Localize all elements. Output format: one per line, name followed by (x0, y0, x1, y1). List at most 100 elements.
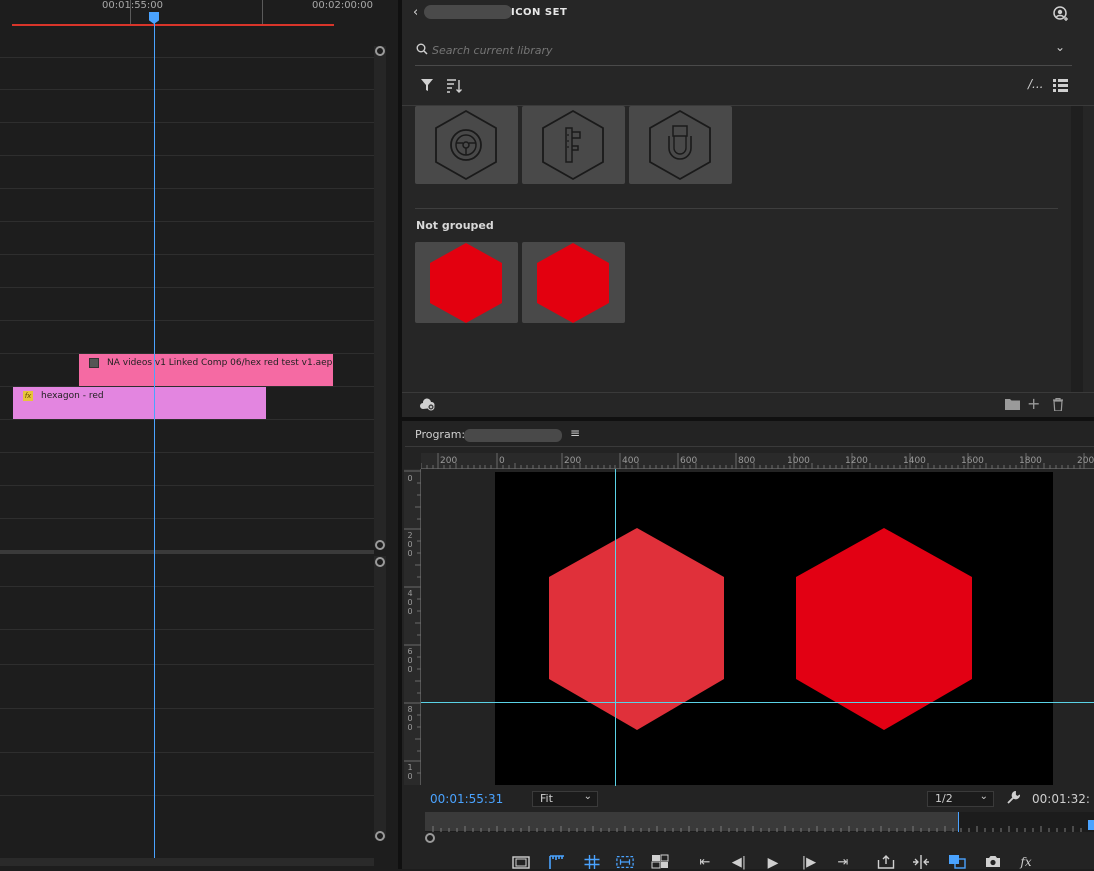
list-view-icon[interactable] (1053, 78, 1068, 93)
library-item-caliper-hexagon[interactable] (522, 106, 625, 184)
step-forward-icon[interactable]: |▶ (800, 855, 818, 870)
track-divider (0, 518, 374, 519)
track-divider (0, 122, 374, 123)
chevron-down-icon: ⌄ (979, 791, 988, 802)
sort-icon[interactable] (446, 78, 462, 94)
scroll-handle[interactable] (375, 557, 385, 567)
track-divider (0, 452, 374, 453)
back-chevron-icon[interactable]: ‹ (413, 5, 418, 20)
library-footer (402, 392, 1094, 417)
timeline-clip-hexagon[interactable]: fx hexagon - red (13, 387, 266, 419)
track-divider (0, 795, 374, 796)
step-back-icon[interactable]: ◀| (730, 855, 748, 870)
ruler-divider (262, 0, 263, 24)
playhead-line (154, 22, 155, 858)
horizontal-scrollbar[interactable] (0, 858, 374, 866)
guides-toggle-icon[interactable] (583, 855, 601, 869)
scroll-handle[interactable] (375, 540, 385, 550)
vruler-tick-label: 6 0 0 (407, 647, 413, 674)
current-timecode[interactable]: 00:01:55:31 (430, 792, 503, 806)
guide-vertical[interactable] (615, 469, 616, 786)
resolution-dropdown[interactable]: 1/2 ⌄ (927, 791, 994, 807)
track-divider (0, 287, 374, 288)
fx-icon: fx (23, 391, 33, 401)
multicam-icon[interactable] (651, 854, 669, 869)
mini-playhead-handle[interactable] (1088, 820, 1094, 830)
filter-icon[interactable] (420, 78, 434, 92)
duration-timecode: 00:01:32: (1032, 792, 1090, 806)
new-folder-icon[interactable] (1005, 398, 1020, 410)
hexagon-left (549, 528, 724, 730)
search-icon (416, 43, 428, 55)
mini-timeline-ticks (432, 826, 1082, 832)
search-underline (415, 65, 1072, 66)
red-hexagon-graphic (430, 243, 502, 323)
library-title: ICON SET (511, 7, 568, 18)
extract-icon[interactable] (912, 855, 930, 869)
video-audio-divider[interactable] (0, 550, 374, 554)
group-label-not-grouped: Not grouped (416, 219, 494, 232)
vruler-tick-label: 4 0 0 (407, 589, 413, 616)
comparison-view-icon[interactable] (948, 854, 966, 869)
wrench-icon[interactable] (1006, 791, 1020, 805)
track-divider (0, 485, 374, 486)
timeline-scrollbar-top[interactable] (374, 46, 386, 546)
track-divider (0, 254, 374, 255)
scroll-handle[interactable] (375, 46, 385, 56)
cloud-sync-icon[interactable] (419, 398, 436, 411)
panel-tab-underline (405, 446, 1094, 447)
work-area-bar[interactable] (12, 24, 334, 26)
timeline-clip-linked-comp[interactable]: NA videos v1 Linked Comp 06/hex red test… (79, 354, 333, 386)
view-size-icon[interactable]: /... (1028, 77, 1044, 91)
track-divider (0, 708, 374, 709)
caliper-hexagon-icon (542, 109, 604, 181)
steering-wheel-hexagon-icon (435, 109, 497, 181)
scroll-handle[interactable] (375, 831, 385, 841)
horizontal-ruler-ticks (421, 453, 1085, 469)
program-canvas[interactable] (495, 472, 1053, 785)
vruler-tick-label: 1 0 (407, 763, 413, 781)
go-to-in-icon[interactable]: ⇤ (696, 855, 714, 870)
redacted-sequence-name (464, 429, 562, 442)
mini-playhead-line (958, 812, 959, 832)
ruler-tick-label: 200 (564, 456, 582, 466)
panel-menu-icon[interactable]: ≡ (570, 426, 580, 440)
library-scrollbar[interactable] (1071, 106, 1083, 392)
guide-horizontal[interactable] (421, 702, 1094, 703)
track-divider (0, 89, 374, 90)
lift-icon[interactable] (877, 855, 895, 869)
library-item-steering-hexagon[interactable] (415, 106, 518, 184)
collaborate-icon[interactable] (1053, 6, 1069, 22)
library-item-red-hexagon[interactable] (415, 242, 518, 323)
library-item-clamp-hexagon[interactable] (629, 106, 732, 184)
safe-margins-icon[interactable] (512, 856, 530, 869)
search-input[interactable] (432, 40, 1042, 60)
program-title: Program: (415, 428, 466, 441)
ruler-tick-label: 1000 (787, 456, 810, 466)
section-divider (415, 208, 1058, 209)
timeline-panel: 00:01:55:00 00:02:00:00 NA videos v1 Lin… (0, 0, 398, 869)
rulers-toggle-icon[interactable] (548, 855, 566, 869)
ruler-tick-label: 600 (680, 456, 698, 466)
export-frame-camera-icon[interactable] (984, 855, 1002, 868)
library-item-red-hexagon[interactable] (522, 242, 625, 323)
zoom-level-value: Fit (540, 792, 553, 805)
add-icon[interactable]: + (1027, 394, 1040, 413)
track-divider (0, 57, 374, 58)
fx-button-icon[interactable]: fx (1017, 855, 1035, 869)
resolution-value: 1/2 (935, 792, 953, 805)
vruler-tick-label: 2 0 0 (407, 531, 413, 558)
ruler-tick-label: 0 (499, 456, 505, 466)
trash-icon[interactable] (1052, 398, 1064, 411)
ruler-tick-label: 1200 (845, 456, 868, 466)
snap-in-program-icon[interactable] (616, 855, 634, 869)
track-divider (0, 320, 374, 321)
library-dropdown-chevron-icon[interactable]: ⌄ (1055, 40, 1065, 54)
zoom-level-dropdown[interactable]: Fit ⌄ (532, 791, 598, 807)
go-to-out-icon[interactable]: ⇥ (834, 855, 852, 870)
vruler-tick-label: 8 0 0 (407, 705, 413, 732)
zoom-scroll-handle[interactable] (425, 833, 435, 843)
ruler-tick-label: 200 (1077, 456, 1094, 466)
vertical-ruler-ticks (404, 470, 421, 774)
timeline-scrollbar-bottom[interactable] (374, 556, 386, 838)
